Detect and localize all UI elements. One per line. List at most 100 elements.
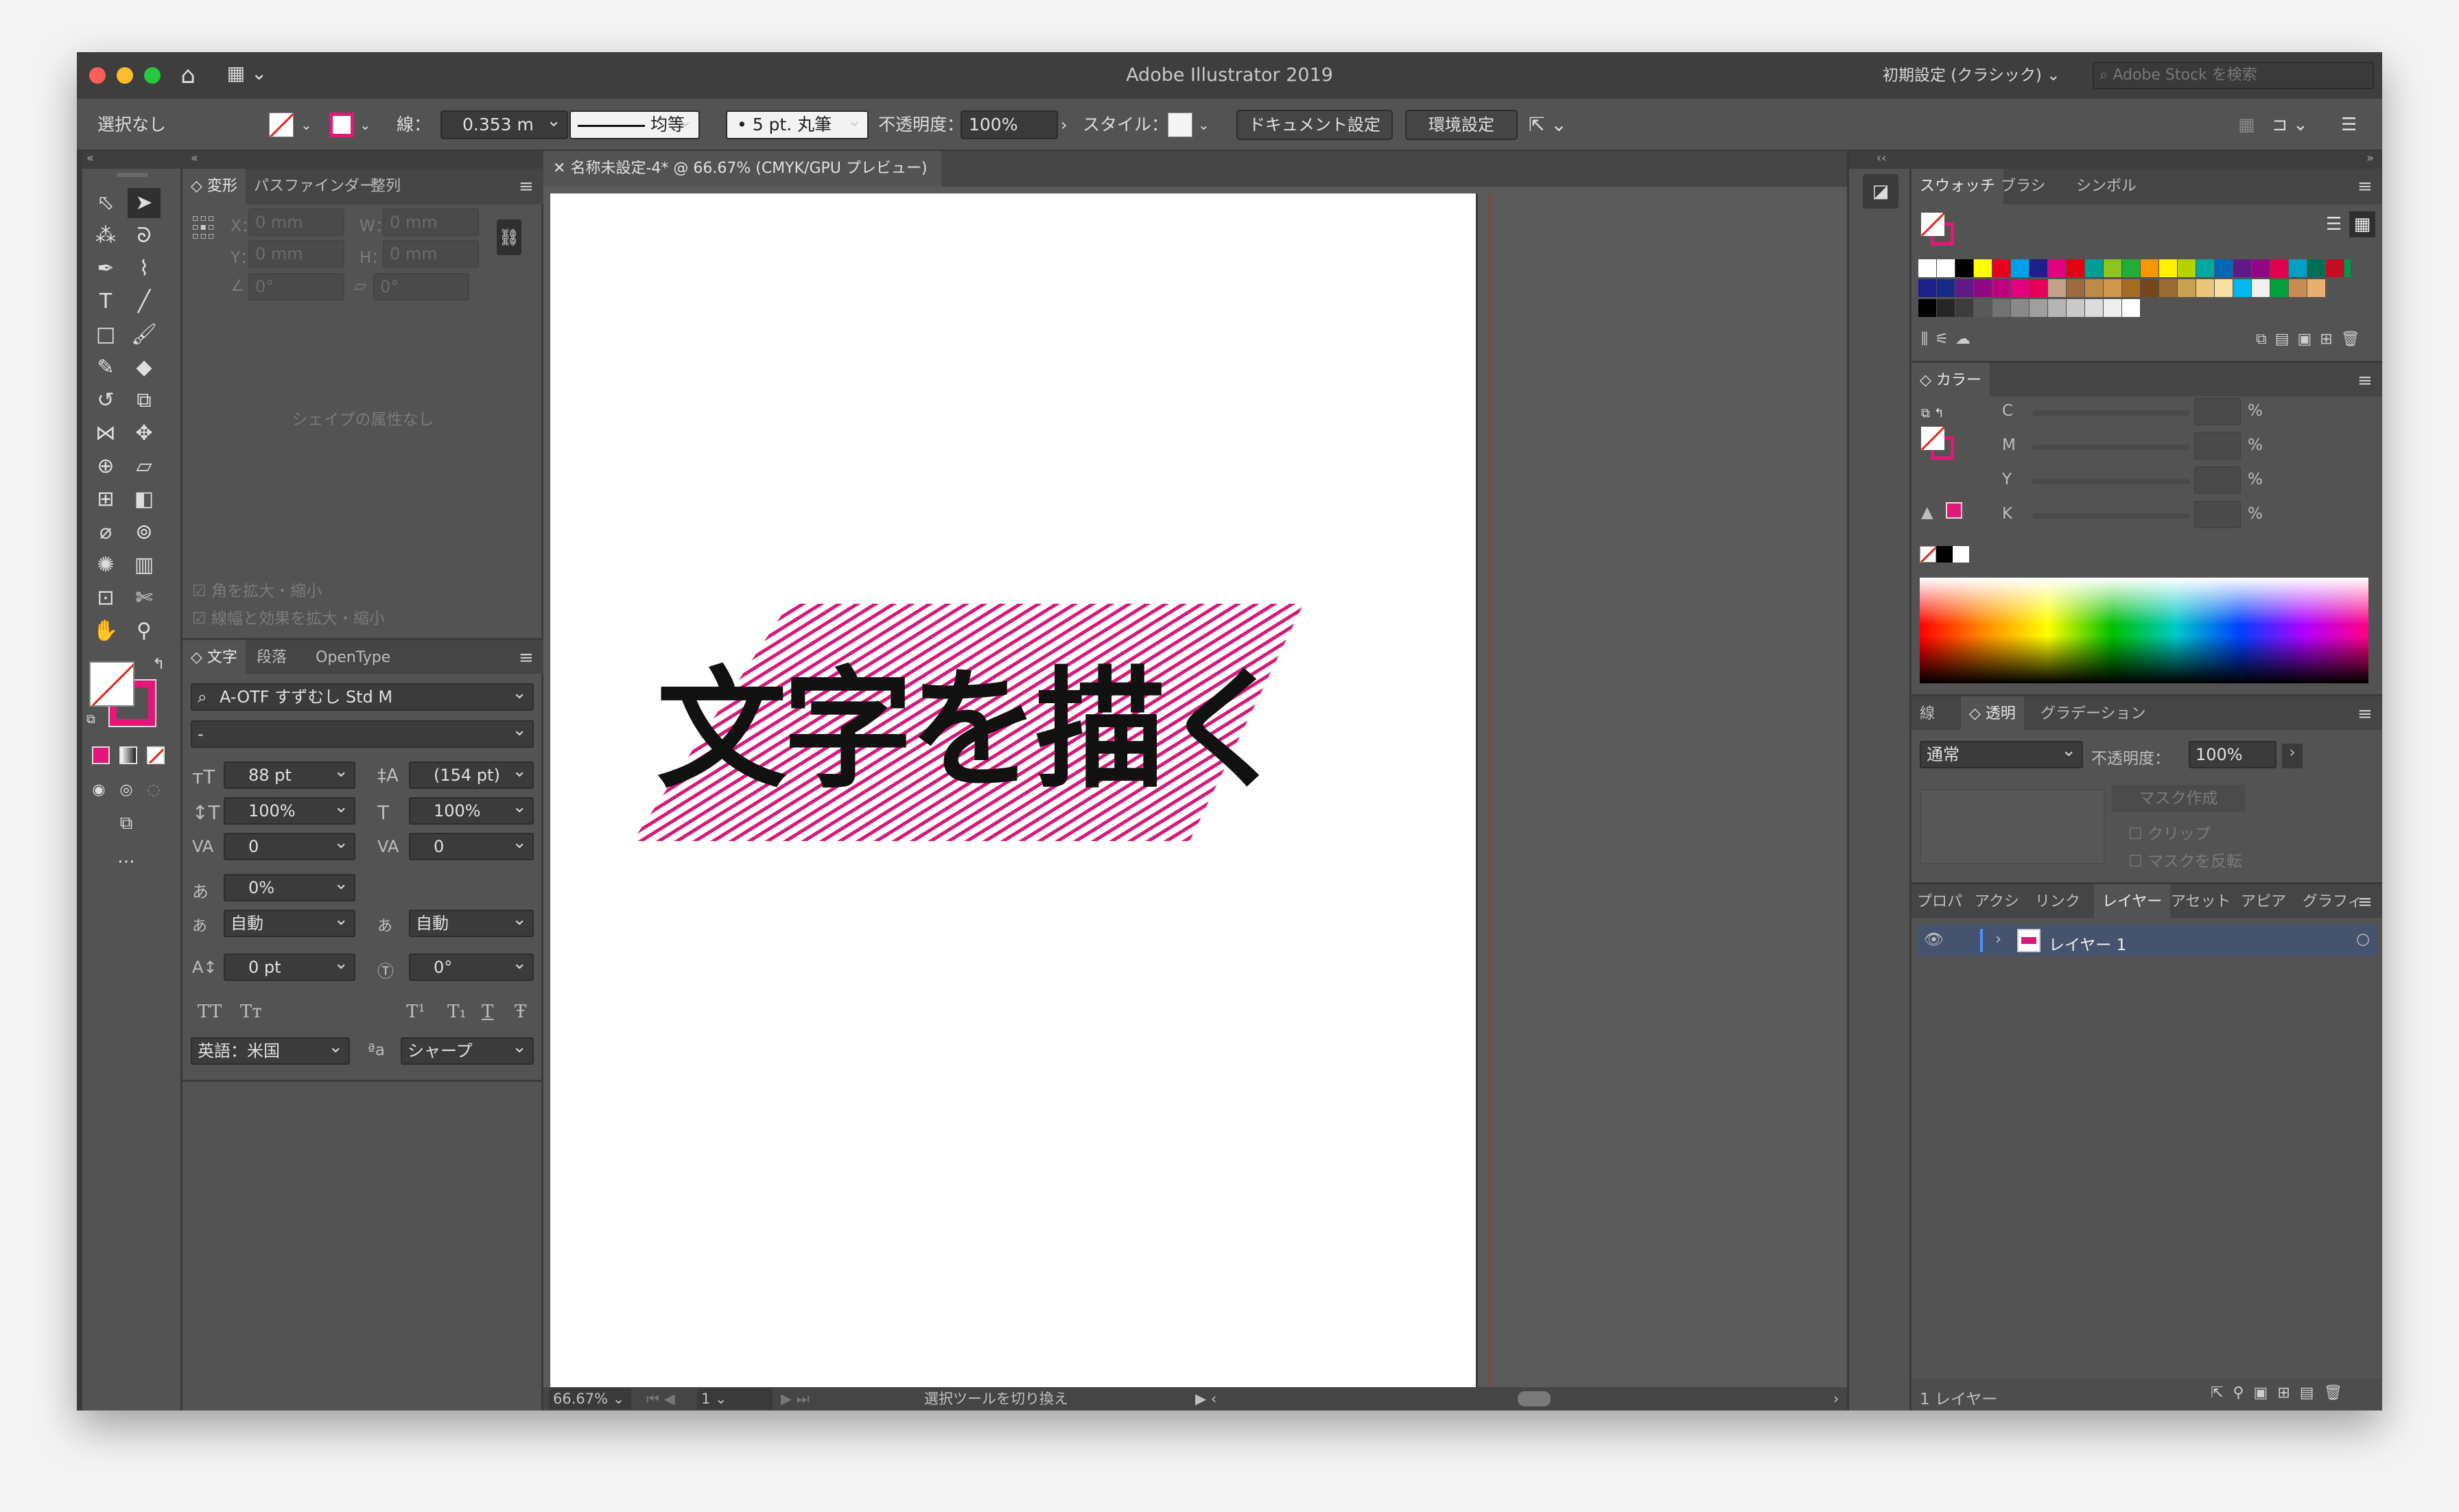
swatch-chip[interactable] bbox=[2159, 279, 2177, 297]
swatch-chip[interactable] bbox=[2067, 279, 2084, 297]
tab-gradient[interactable]: グラデーション bbox=[2032, 696, 2154, 732]
tab-assets[interactable]: アセット bbox=[2165, 884, 2237, 920]
style-dropdown-icon[interactable]: ⌄ bbox=[1198, 99, 1210, 151]
swatch-chip[interactable] bbox=[2141, 279, 2158, 297]
font-style-select[interactable]: - bbox=[191, 720, 534, 748]
swatch-chip[interactable] bbox=[2326, 259, 2344, 277]
stroke-color-icon[interactable] bbox=[329, 113, 354, 137]
swatch-chip[interactable] bbox=[1974, 299, 1992, 317]
constrain-link-icon[interactable]: ⛓ bbox=[497, 220, 521, 255]
tab-brushes[interactable]: ブラシ bbox=[1992, 169, 2054, 204]
panel-menu-icon[interactable]: ≡ bbox=[2357, 363, 2373, 399]
swatch-chip[interactable] bbox=[2270, 279, 2288, 297]
panel-menu-icon[interactable]: ≡ bbox=[519, 169, 534, 204]
color-mode-icon[interactable] bbox=[92, 746, 110, 764]
vertical-scale-field[interactable]: 100% bbox=[224, 797, 355, 825]
transparency-opacity-field[interactable]: 100% bbox=[2189, 741, 2276, 768]
leading-field[interactable]: (154 pt) bbox=[409, 761, 534, 789]
stock-search-input[interactable]: ⌕ Adobe Stock を検索 bbox=[2093, 62, 2374, 89]
underline-button-2[interactable]: T bbox=[482, 1002, 493, 1022]
antialias-select[interactable]: シャープ bbox=[401, 1037, 534, 1065]
swatch-chip[interactable] bbox=[2178, 259, 2196, 277]
swatch-chip[interactable] bbox=[2067, 299, 2084, 317]
free-transform-tool-icon[interactable]: ✥ bbox=[128, 418, 161, 449]
direct-selection-tool-icon[interactable]: ➤ bbox=[128, 188, 161, 218]
y-field[interactable]: 0 mm bbox=[248, 240, 344, 268]
none-mode-icon[interactable] bbox=[147, 746, 165, 764]
tab-align[interactable]: 整列 bbox=[362, 169, 409, 204]
swatch-chip[interactable] bbox=[2085, 279, 2103, 297]
swatch-chip[interactable] bbox=[2122, 279, 2140, 297]
tab-character[interactable]: ◇ 文字 bbox=[183, 640, 246, 676]
screen-mode-icon[interactable]: ⧉ bbox=[110, 808, 143, 838]
gradient-mode-icon[interactable] bbox=[119, 746, 137, 764]
swatch-chip[interactable] bbox=[2104, 299, 2121, 317]
swatch-chip[interactable] bbox=[1955, 299, 1973, 317]
swatch-chip[interactable] bbox=[1974, 259, 1992, 277]
layer-target-icon[interactable]: ○ bbox=[2356, 930, 2370, 948]
tab-transparency[interactable]: ◇ 透明 bbox=[1961, 696, 2024, 732]
opacity-slider-arrow-icon[interactable]: › bbox=[2282, 744, 2303, 768]
clip-checkbox[interactable]: ☐ クリップ bbox=[2128, 820, 2211, 844]
brush-definition[interactable]: • 5 pt. 丸筆 bbox=[726, 110, 869, 139]
channel-y-field[interactable] bbox=[2194, 466, 2241, 494]
paintbrush-tool-icon[interactable]: 🖌 bbox=[128, 320, 161, 350]
swatch-chip[interactable] bbox=[2011, 299, 2029, 317]
tab-color[interactable]: ◇ カラー bbox=[1911, 363, 1990, 399]
channel-y-slider[interactable] bbox=[2032, 479, 2190, 484]
shape-builder-tool-icon[interactable]: ⊕ bbox=[89, 451, 122, 482]
invert-mask-checkbox[interactable]: ☐ マスクを反転 bbox=[2128, 848, 2242, 871]
close-window-button[interactable] bbox=[89, 67, 106, 84]
swatch-chip[interactable] bbox=[2233, 259, 2251, 277]
tab-stroke[interactable]: 線 bbox=[1911, 696, 1943, 732]
fill-swatch-none[interactable] bbox=[89, 661, 134, 707]
swatch-chip[interactable] bbox=[1918, 259, 1936, 277]
default-colors-icon[interactable]: ⧉ ↰ bbox=[1921, 406, 1944, 421]
swatch-chip[interactable] bbox=[2048, 259, 2066, 277]
swatch-library-icons[interactable]: ⫼⚟☁ bbox=[1921, 331, 1977, 348]
horizontal-scale-field[interactable]: 100% bbox=[409, 797, 534, 825]
panel-menu-icon[interactable]: ☰ bbox=[2341, 99, 2357, 151]
swatch-chip[interactable] bbox=[2159, 259, 2177, 277]
expand-layer-icon[interactable]: › bbox=[1995, 930, 2001, 948]
swatch-chip[interactable] bbox=[1937, 299, 1955, 317]
scroll-right-icon[interactable]: › bbox=[1833, 1389, 1839, 1409]
gradient-tool-icon[interactable]: ◧ bbox=[128, 484, 161, 515]
artboard-first-prev-icon[interactable]: ⏮ ◀ bbox=[646, 1389, 675, 1409]
swatch-chip[interactable] bbox=[1992, 299, 2010, 317]
swatch-fill-none-icon[interactable] bbox=[1921, 213, 1944, 236]
tab-appearance[interactable]: アピア bbox=[2235, 884, 2292, 920]
line-tool-icon[interactable]: ╱ bbox=[128, 287, 161, 317]
shaper-tool-icon[interactable]: ✎ bbox=[89, 353, 122, 383]
x-field[interactable]: 0 mm bbox=[248, 209, 344, 236]
scale-tool-icon[interactable]: ⧉ bbox=[128, 386, 161, 416]
status-menu-icon[interactable]: ▶ ‹ bbox=[1195, 1389, 1216, 1409]
preferences-button[interactable]: 環境設定 bbox=[1405, 110, 1518, 140]
swatch-chip[interactable] bbox=[1992, 279, 2010, 297]
swatch-chip[interactable] bbox=[2196, 259, 2214, 277]
tracking-field[interactable]: 0 bbox=[409, 833, 534, 860]
w-field[interactable]: 0 mm bbox=[383, 209, 479, 236]
panel-menu-icon[interactable]: ≡ bbox=[2357, 696, 2373, 732]
swatch-chip[interactable] bbox=[2252, 259, 2270, 277]
horizontal-scroll-thumb[interactable] bbox=[1518, 1391, 1551, 1406]
rotate-field[interactable]: 0° bbox=[248, 273, 344, 300]
stroke-dropdown-icon[interactable]: ⌄ bbox=[360, 99, 371, 151]
aki-right-field[interactable]: 自動 bbox=[409, 910, 534, 937]
swatch-chip[interactable] bbox=[2178, 279, 2196, 297]
swatch-chip[interactable] bbox=[1918, 299, 1936, 317]
strikethrough-button[interactable]: Ŧ bbox=[515, 1002, 526, 1022]
all-caps-button[interactable]: TT bbox=[198, 1002, 222, 1022]
symbol-sprayer-tool-icon[interactable]: ✺ bbox=[89, 550, 122, 580]
artboard-next-last-icon[interactable]: ▶ ⏭ bbox=[781, 1389, 810, 1409]
left-dock-collapse-icon[interactable]: « bbox=[183, 151, 543, 169]
workspace-switcher[interactable]: 初期設定 (クラシック) ⌄ bbox=[1883, 62, 2069, 89]
layer-name[interactable]: レイヤー 1 bbox=[2049, 932, 2126, 955]
artboard-number-select[interactable]: 1 ⌄ bbox=[697, 1389, 773, 1409]
swatch-chip[interactable] bbox=[2289, 259, 2307, 277]
lasso-tool-icon[interactable]: ᘐ bbox=[128, 221, 161, 251]
swatch-chip[interactable] bbox=[1918, 279, 1936, 297]
swatch-grid[interactable] bbox=[1918, 259, 2351, 325]
grid-view-icon[interactable]: ▦ bbox=[2349, 211, 2375, 237]
magic-wand-tool-icon[interactable]: ⁂ bbox=[89, 221, 122, 251]
